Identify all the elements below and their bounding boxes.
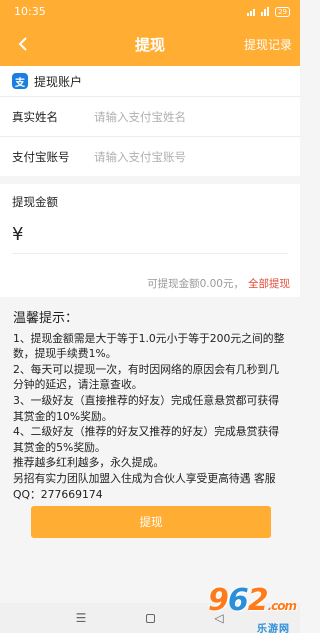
account-heading: 支 提现账户 [0, 66, 300, 96]
withdraw-record-link[interactable]: 提现记录 [244, 36, 292, 53]
available-balance-row: 可提现金额0.00元， 全部提现 [0, 270, 300, 297]
alipay-account-label: 支付宝账号 [12, 149, 70, 164]
amount-label: 提现金额 [12, 195, 58, 209]
tip-line: 3、一级好友（直接推荐的好友）完成任意悬赏都可获得其赏金的10%奖励。 [13, 393, 279, 423]
status-bar: 10:35 29 [0, 0, 300, 23]
tip-line: 推荐越多红利越多，永久提成。 [13, 456, 165, 470]
alipay-account-row: 支付宝账号 [0, 136, 300, 176]
alipay-account-input[interactable] [94, 149, 284, 164]
tips-title: 温馨提示： [13, 311, 79, 326]
menu-icon[interactable]: ☰ [74, 611, 88, 625]
real-name-row: 真实姓名 [0, 96, 300, 136]
chevron-left-icon [18, 37, 27, 51]
tip-line: 1、提现金额需是大于等于1.0元小于等于200元之间的整数，提现手续费1%。 [13, 331, 285, 361]
status-time: 10:35 [14, 5, 46, 18]
home-icon[interactable] [143, 613, 157, 623]
tip-line: 2、每天可以提现一次，有时因网络的原因会有几秒到几分钟的延迟，请注意查收。 [13, 362, 279, 392]
tip-line: 另招有实力团队加盟入住成为合伙人享受更高待遇 客服QQ：277669174 [13, 471, 276, 501]
withdraw-all-link[interactable]: 全部提现 [248, 276, 290, 291]
real-name-label: 真实姓名 [12, 109, 58, 124]
account-section: 支 提现账户 真实姓名 支付宝账号 [0, 66, 300, 176]
amount-section: 提现金额 ¥ [0, 184, 300, 270]
signal-icon [247, 7, 257, 16]
account-heading-label: 提现账户 [34, 74, 83, 89]
tip-line: 4、二级好友（推荐的好友又推荐的好友）完成悬赏获得其赏金的5%奖励。 [13, 425, 279, 454]
wifi-icon [261, 7, 271, 16]
available-amount-text: 可提现金额0.00元， [147, 278, 244, 290]
amount-line: ¥ [12, 216, 288, 254]
header: 10:35 29 提现 提现记录 [0, 0, 300, 66]
amount-input[interactable] [32, 226, 272, 243]
back-button[interactable] [10, 31, 36, 57]
alipay-icon: 支 [12, 73, 28, 89]
battery-icon: 29 [275, 6, 290, 17]
real-name-input[interactable] [94, 109, 284, 124]
tips-section: 温馨提示： 1、提现金额需是大于等于1.0元小于等于200元之间的整数，提现手续… [0, 297, 300, 502]
currency-symbol: ¥ [12, 224, 24, 245]
withdraw-submit-button[interactable]: 提现 [31, 506, 271, 538]
app-bar: 提现 提现记录 [0, 23, 300, 66]
watermark-logo: 962.com 乐游网 [207, 583, 297, 633]
